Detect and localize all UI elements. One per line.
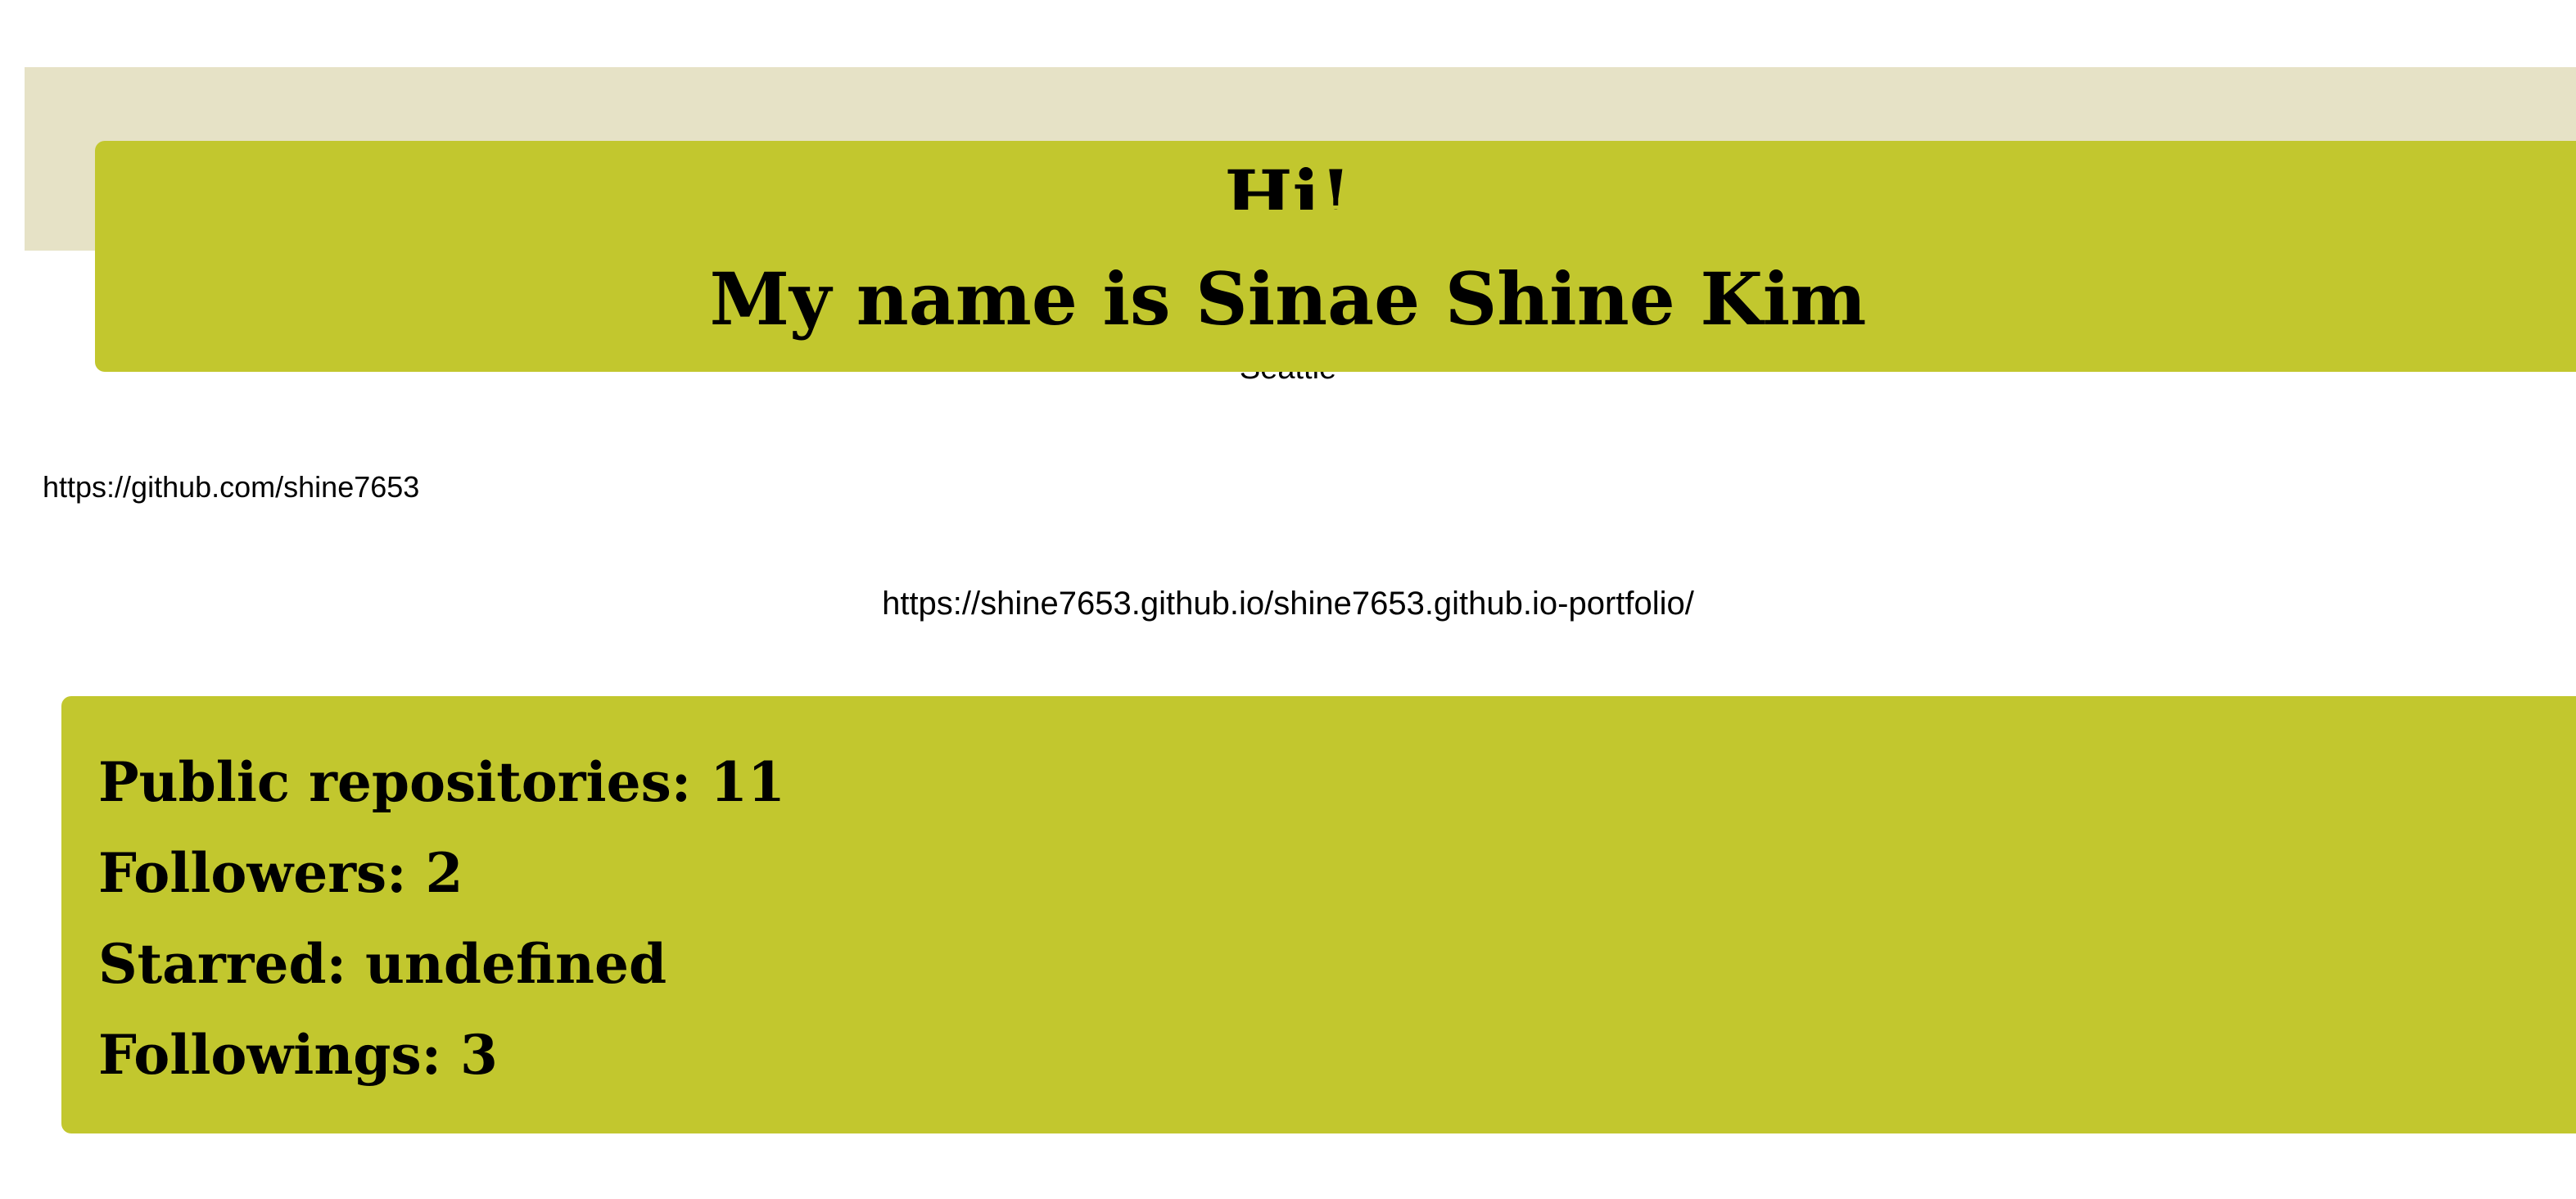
page-title: My name is Sinae Shine Kim (709, 256, 1867, 342)
stat-starred: Starred: undefined (98, 932, 667, 996)
profile-page: Seattle Hi! My name is Sinae Shine Kim h… (0, 0, 2576, 1199)
greeting-heading: Hi! (1224, 161, 1352, 210)
github-link[interactable]: https://github.com/shine7653 (43, 467, 419, 508)
stat-followers: Followers: 2 (98, 841, 463, 905)
stat-public-repositories: Public repositories: 11 (98, 750, 785, 814)
stat-followings: Followings: 3 (98, 1023, 498, 1087)
portfolio-link[interactable]: https://shine7653.github.io/shine7653.gi… (0, 581, 2576, 626)
stats-list: Public repositories: 11 Followers: 2 Sta… (98, 737, 785, 1101)
